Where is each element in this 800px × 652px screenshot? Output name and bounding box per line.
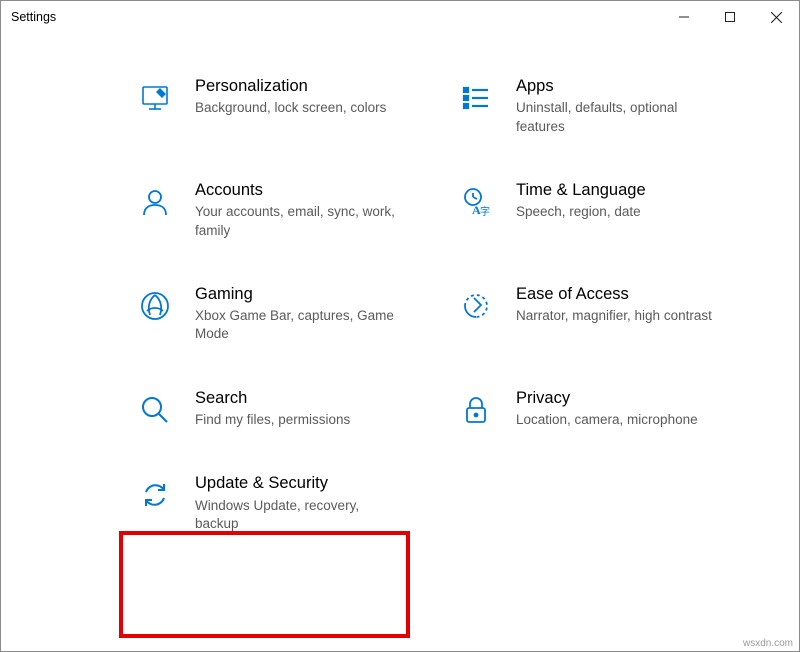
category-grid: Personalization Background, lock screen,… xyxy=(1,76,799,533)
category-subtitle: Location, camera, microphone xyxy=(516,411,726,429)
category-text: Personalization Background, lock screen,… xyxy=(195,76,438,118)
category-subtitle: Your accounts, email, sync, work, family xyxy=(195,203,405,239)
category-title: Ease of Access xyxy=(516,284,759,305)
accounts-icon xyxy=(137,184,173,220)
close-button[interactable] xyxy=(753,1,799,33)
search-icon xyxy=(137,392,173,428)
svg-text:字: 字 xyxy=(480,205,490,218)
category-subtitle: Windows Update, recovery, backup xyxy=(195,497,405,533)
minimize-button[interactable] xyxy=(661,1,707,33)
privacy-icon xyxy=(458,392,494,428)
category-subtitle: Xbox Game Bar, captures, Game Mode xyxy=(195,307,405,343)
category-text: Time & Language Speech, region, date xyxy=(516,180,759,222)
category-title: Apps xyxy=(516,76,759,97)
time-language-icon: A 字 xyxy=(458,184,494,220)
titlebar: Settings xyxy=(1,1,799,33)
settings-window: Settings xyxy=(0,0,800,652)
content-area: Personalization Background, lock screen,… xyxy=(1,76,799,651)
category-text: Ease of Access Narrator, magnifier, high… xyxy=(516,284,759,326)
category-gaming[interactable]: Gaming Xbox Game Bar, captures, Game Mod… xyxy=(137,284,438,344)
category-text: Search Find my files, permissions xyxy=(195,388,438,430)
category-apps[interactable]: Apps Uninstall, defaults, optional featu… xyxy=(458,76,759,136)
category-text: Update & Security Windows Update, recove… xyxy=(195,473,438,533)
ease-of-access-icon xyxy=(458,288,494,324)
category-subtitle: Find my files, permissions xyxy=(195,411,405,429)
category-subtitle: Uninstall, defaults, optional features xyxy=(516,99,726,135)
update-security-icon xyxy=(137,477,173,513)
category-text: Privacy Location, camera, microphone xyxy=(516,388,759,430)
window-controls xyxy=(661,1,799,33)
apps-icon xyxy=(458,80,494,116)
personalization-icon xyxy=(137,80,173,116)
category-text: Gaming Xbox Game Bar, captures, Game Mod… xyxy=(195,284,438,344)
category-subtitle: Speech, region, date xyxy=(516,203,726,221)
category-title: Search xyxy=(195,388,438,409)
category-text: Accounts Your accounts, email, sync, wor… xyxy=(195,180,438,240)
category-title: Privacy xyxy=(516,388,759,409)
category-title: Personalization xyxy=(195,76,438,97)
category-subtitle: Background, lock screen, colors xyxy=(195,99,405,117)
category-search[interactable]: Search Find my files, permissions xyxy=(137,388,438,430)
category-accounts[interactable]: Accounts Your accounts, email, sync, wor… xyxy=(137,180,438,240)
category-personalization[interactable]: Personalization Background, lock screen,… xyxy=(137,76,438,136)
category-update-security[interactable]: Update & Security Windows Update, recove… xyxy=(137,473,438,533)
maximize-button[interactable] xyxy=(707,1,753,33)
category-title: Accounts xyxy=(195,180,438,201)
window-title: Settings xyxy=(11,10,56,24)
category-subtitle: Narrator, magnifier, high contrast xyxy=(516,307,726,325)
category-title: Update & Security xyxy=(195,473,438,494)
category-title: Gaming xyxy=(195,284,438,305)
category-privacy[interactable]: Privacy Location, camera, microphone xyxy=(458,388,759,430)
watermark: wsxdn.com xyxy=(743,638,793,649)
category-text: Apps Uninstall, defaults, optional featu… xyxy=(516,76,759,136)
category-title: Time & Language xyxy=(516,180,759,201)
category-ease-of-access[interactable]: Ease of Access Narrator, magnifier, high… xyxy=(458,284,759,344)
category-time-language[interactable]: A 字 Time & Language Speech, region, date xyxy=(458,180,759,240)
gaming-icon xyxy=(137,288,173,324)
